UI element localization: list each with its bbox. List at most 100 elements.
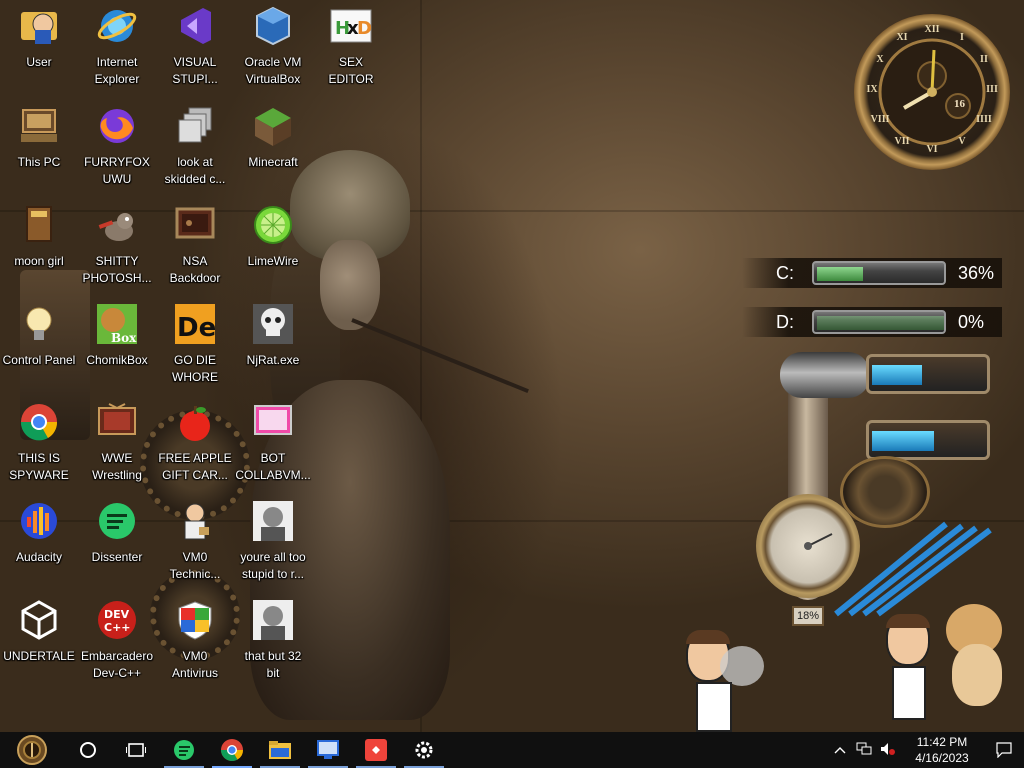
clock-date-badge: 16 [954,98,965,110]
drive-meter-1: D: 0% [742,307,1002,337]
pipe-elbow [780,352,870,398]
desktop-icon[interactable]: LimeWire [234,199,312,295]
clock-gadget[interactable]: XII I II III IIII V VI VII VIII IX X XI 16 [854,14,1010,170]
explorer-taskbar[interactable] [256,732,304,768]
firefox-icon [95,104,139,148]
chevron-up-icon[interactable] [828,743,852,757]
pet-shirt-icon [696,682,732,732]
devcpp-icon: DEV C++ [95,598,139,642]
action-center-icon[interactable] [984,742,1024,758]
drive-letter: C: [776,262,794,283]
desktop-icon[interactable]: UNDERTALE [0,594,78,690]
desktop-icon[interactable]: This PC [0,100,78,196]
visual-studio-icon [173,4,217,48]
desktop-icon[interactable]: De GO DIE WHORE [156,298,234,394]
desktop-icon[interactable]: NjRat.exe [234,298,312,394]
search-button[interactable] [64,732,112,768]
chrome-taskbar[interactable] [208,732,256,768]
desktop-icon[interactable]: SHITTY PHOTOSH... [78,199,156,295]
svg-text:C++: C++ [104,621,131,634]
desktop-icon[interactable]: DEV C++ Embarcadero Dev-C++ [78,594,156,690]
drive-tube [812,310,946,334]
desktop-icon[interactable]: moon girl [0,199,78,295]
desktop-icon[interactable]: Oracle VM VirtualBox [234,0,312,96]
clock-numeral: VII [894,135,910,147]
desktop-icon[interactable]: look at skidded c... [156,100,234,196]
drive-meter-0: C: 36% [742,258,1002,288]
desktop-icon-label: SEX EDITOR [328,55,374,86]
technician-icon [173,499,217,543]
desktop-icon-label: youre all too stupid to r... [240,550,306,581]
volume-muted-icon[interactable] [876,742,900,759]
portrait-icon [251,499,295,543]
desktop-icon-label: Audacity [15,550,63,564]
settings-taskbar[interactable] [400,732,448,768]
pet-hair-icon [886,614,930,628]
rdp-taskbar[interactable] [304,732,352,768]
internet-explorer-icon [95,4,139,48]
tray-time: 11:42 PM [916,735,968,749]
start-button[interactable] [0,732,64,768]
desktop-icon[interactable]: Minecraft [234,100,312,196]
desktop-icon[interactable]: WWE Wrestling [78,396,156,492]
desktop-icon-label: SHITTY PHOTOSH... [82,254,152,285]
desktop-icon[interactable]: Hx D SEX EDITOR [312,0,390,96]
desktop-icon-label: look at skidded c... [164,155,226,186]
shield-icon [173,598,217,642]
gauge-readout: 18% [792,606,824,626]
hamster-body-icon [952,644,1002,706]
desktop-icon[interactable]: VM0 Technic... [156,495,234,591]
desktop-icon-label: User [26,55,52,69]
screen-icon [251,400,295,444]
clock-numeral: VIII [870,114,890,125]
desktop-icon-label: moon girl [14,254,64,268]
drive-percent: 36% [958,262,995,283]
clock-numeral: V [958,135,966,147]
desktop-icon[interactable]: Box ChomikBox [78,298,156,394]
chomikbox-icon: Box [95,302,139,346]
monitor-icon [173,203,217,247]
desktop-icon[interactable]: Dissenter [78,495,156,591]
task-view-button[interactable] [112,732,160,768]
desktop-icon[interactable]: NSA Backdoor [156,199,234,295]
desktop-icon-label: BOT COLLABVM... [235,451,311,482]
anydesk-taskbar[interactable] [352,732,400,768]
wallpaper-figure-face [320,240,380,330]
virtualbox-icon [251,4,295,48]
desktop-icon[interactable]: VISUAL STUPI... [156,0,234,96]
desktop-pet-smoker[interactable] [680,630,764,732]
tray-clock[interactable]: 11:42 PM 4/16/2023 [900,734,984,766]
desktop-icon[interactable]: User [0,0,78,96]
desktop-pet-man[interactable] [886,614,932,722]
desktop-icon[interactable]: VM0 Antivirus [156,594,234,690]
network-icon[interactable] [852,742,876,759]
clock-numeral: III [986,84,998,95]
minecraft-icon [251,104,295,148]
desktop-icon[interactable]: FREE APPLE GIFT CAR... [156,396,234,492]
pet-shirt-icon [892,666,926,720]
taskbar: 11:42 PM 4/16/2023 [0,732,1024,768]
desktop-icon-label: This PC [17,155,61,169]
desktop-icon[interactable]: that but 32 bit [234,594,312,690]
cpu-tube-2 [866,420,990,460]
desktop[interactable]: User Internet Explorer VISUAL STUPI... Orac… [0,0,1024,732]
desktop-pet-hamster[interactable] [942,604,1008,708]
desktop-icon[interactable]: Audacity [0,495,78,591]
lightbulb-icon [17,302,61,346]
drive-tube [812,261,946,285]
portrait-icon [251,598,295,642]
desktop-icon-label: Control Panel [2,353,76,367]
dissenter-taskbar[interactable] [160,732,208,768]
desktop-icon[interactable]: FURRYFOX UWU [78,100,156,196]
desktop-icon-label: THIS IS SPYWARE [9,451,69,482]
desktop-icon[interactable]: youre all too stupid to r... [234,495,312,591]
desktop-icon[interactable]: Control Panel [0,298,78,394]
unity-icon [17,598,61,642]
desktop-icon[interactable]: Internet Explorer [78,0,156,96]
dissenter-icon [95,499,139,543]
svg-text:De: De [177,313,216,343]
audacity-icon [17,499,61,543]
desktop-icon[interactable]: BOT COLLABVM... [234,396,312,492]
desktop-icon[interactable]: THIS IS SPYWARE [0,396,78,492]
folder-icon [268,740,292,760]
